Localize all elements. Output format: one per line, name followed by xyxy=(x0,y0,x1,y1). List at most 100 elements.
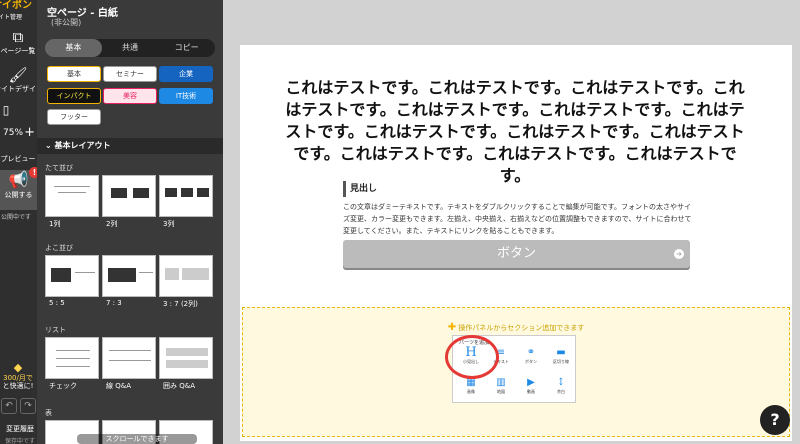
zoom-value: 75% xyxy=(3,128,24,138)
layout-thumb-5-5[interactable] xyxy=(45,255,99,297)
mobile-icon: ▯ xyxy=(2,103,10,117)
scroll-hint: スクロールできます xyxy=(77,434,197,444)
tab-common[interactable]: 共通 xyxy=(102,39,159,57)
category-basic[interactable]: 基本 xyxy=(47,66,101,82)
part-divider[interactable]: ▬ 区切り線 xyxy=(549,346,573,368)
group-label: リスト xyxy=(45,326,66,334)
left-rail: サイポン サイト管理 ⧉ ページ一覧 🖌 サイトデザイン ▯ 75% + プレビ… xyxy=(0,0,37,444)
heading-text[interactable]: これはテストです。これはテストです。これはテストです。これはテストです。これはテ… xyxy=(284,77,746,187)
brush-icon: 🖌 xyxy=(8,66,28,84)
part-video[interactable]: ▶ 動画 xyxy=(519,376,543,398)
thumb-line xyxy=(56,366,90,367)
undo-button[interactable]: ↶ xyxy=(1,398,17,414)
plus-icon: ✚ xyxy=(447,322,457,333)
thumb-label: 1列 xyxy=(49,220,61,228)
link-icon: ⚭ xyxy=(526,347,536,358)
history-status: 保存中です xyxy=(4,438,35,444)
panel-tabs: 基本 共通 コピー xyxy=(45,39,215,57)
publish-status: 公開中です xyxy=(0,214,31,221)
category-corporate[interactable]: 企業 xyxy=(159,66,213,82)
group-label: 表 xyxy=(45,409,52,417)
layout-thumb-3-7[interactable] xyxy=(159,255,213,297)
thumb-box xyxy=(165,268,179,280)
redo-button[interactable]: ↷ xyxy=(20,398,36,414)
add-section-hint: ✚ 操作パネルからセクション追加できます xyxy=(447,322,585,333)
help-button[interactable]: ? xyxy=(760,405,790,435)
part-button[interactable]: ⚭ ボタン xyxy=(519,346,543,368)
thumb-line xyxy=(56,350,90,351)
layout-thumb-box-qa[interactable] xyxy=(159,337,213,379)
spacer-icon: ↕ xyxy=(556,377,566,388)
layout-thumb-check[interactable] xyxy=(45,337,99,379)
thumb-box xyxy=(165,188,177,197)
pages-button[interactable]: ⧉ ページ一覧 xyxy=(0,28,37,56)
thumb-box xyxy=(166,348,208,356)
thumb-label: 3 : 7 (2列) xyxy=(163,300,198,308)
thumb-box xyxy=(108,268,136,282)
thumb-label: 5 : 5 xyxy=(49,299,65,307)
layout-thumb-3col[interactable] xyxy=(159,175,213,217)
category-seminar[interactable]: セミナー xyxy=(103,66,157,82)
part-spacer[interactable]: ↕ 余白 xyxy=(549,376,573,398)
thumb-label: チェック xyxy=(49,382,77,390)
page-status: (非公開) xyxy=(51,18,82,27)
thumb-label: 線 Q&A xyxy=(106,382,131,390)
thumb-line xyxy=(109,360,151,361)
operation-panel: 空ページ - 白紙 (非公開) 基本 共通 コピー 基本 セミナー 企業 インパ… xyxy=(37,0,223,444)
category-impact[interactable]: インパクト xyxy=(47,88,101,104)
zoom-in-button[interactable]: + xyxy=(24,125,35,140)
group-label: よこ並び xyxy=(45,244,73,252)
category-beauty[interactable]: 美容 xyxy=(103,88,157,104)
thumb-box xyxy=(197,188,209,197)
thumb-line xyxy=(75,272,95,273)
cta-button[interactable]: ボタン ➜ xyxy=(343,240,690,268)
app-logo[interactable]: サイポン サイト管理 xyxy=(0,0,37,23)
section-header[interactable]: ⌄ 基本レイアウト xyxy=(37,138,223,154)
thumb-label: 2列 xyxy=(106,220,118,228)
divider-icon: ▬ xyxy=(556,347,566,358)
upgrade-banner[interactable]: ◆ 300/月で と快適に! xyxy=(0,361,37,391)
video-icon: ▶ xyxy=(527,377,535,388)
thumb-box xyxy=(111,188,127,198)
site-design-button[interactable]: 🖌 サイトデザイン xyxy=(0,66,37,94)
thumb-box xyxy=(51,268,71,282)
device-toggle[interactable]: ▯ xyxy=(0,101,16,119)
add-section-area[interactable]: ✚ 操作パネルからセクション追加できます パーツを追加 H 小見出し ≡ テキス… xyxy=(242,307,790,437)
thumb-line xyxy=(139,272,153,273)
thumb-label: 囲み Q&A xyxy=(163,382,195,390)
thumb-box xyxy=(181,188,193,197)
layout-thumb-7-3[interactable] xyxy=(102,255,156,297)
thumb-line xyxy=(54,186,90,187)
arrow-right-icon: ➜ xyxy=(674,249,684,259)
thumb-label: 7 : 3 xyxy=(106,299,122,307)
thumb-line xyxy=(56,358,90,359)
tab-basic[interactable]: 基本 xyxy=(45,39,102,57)
map-icon: ▥ xyxy=(496,377,506,388)
part-image[interactable]: ▦ 画像 xyxy=(459,376,483,398)
thumb-box xyxy=(166,360,208,368)
category-it[interactable]: IT技術 xyxy=(159,88,213,104)
undo-icon: ↶ xyxy=(5,401,13,411)
history-button[interactable]: 変更履歴 xyxy=(0,424,37,434)
layout-thumb-2col[interactable] xyxy=(102,175,156,217)
part-map[interactable]: ▥ 地図 xyxy=(489,376,513,398)
page-canvas: これはテストです。これはテストです。これはテストです。これはテストです。これはテ… xyxy=(240,45,792,441)
thumb-line xyxy=(109,350,151,351)
redo-icon: ↷ xyxy=(24,401,32,411)
category-footer[interactable]: フッター xyxy=(47,109,101,125)
zoom-control: 75% + xyxy=(0,125,37,144)
chevron-down-icon: ⌄ xyxy=(45,141,52,150)
subheading[interactable]: 見出し xyxy=(343,181,689,197)
highlight-circle xyxy=(445,335,499,379)
thumb-line xyxy=(58,192,86,193)
thumb-label: 3列 xyxy=(163,220,175,228)
notification-badge: ! xyxy=(29,167,37,178)
layout-thumb-1col[interactable] xyxy=(45,175,99,217)
diamond-icon: ◆ xyxy=(13,361,23,374)
thumb-box xyxy=(182,268,209,280)
pages-icon: ⧉ xyxy=(12,28,24,46)
layout-thumb-line-qa[interactable] xyxy=(102,337,156,379)
tab-copy[interactable]: コピー xyxy=(158,39,215,57)
preview-button[interactable]: プレビュー xyxy=(0,154,37,164)
body-text[interactable]: この文章はダミーテキストです。テキストをダブルクリックすることで編集が可能です。… xyxy=(343,201,693,237)
